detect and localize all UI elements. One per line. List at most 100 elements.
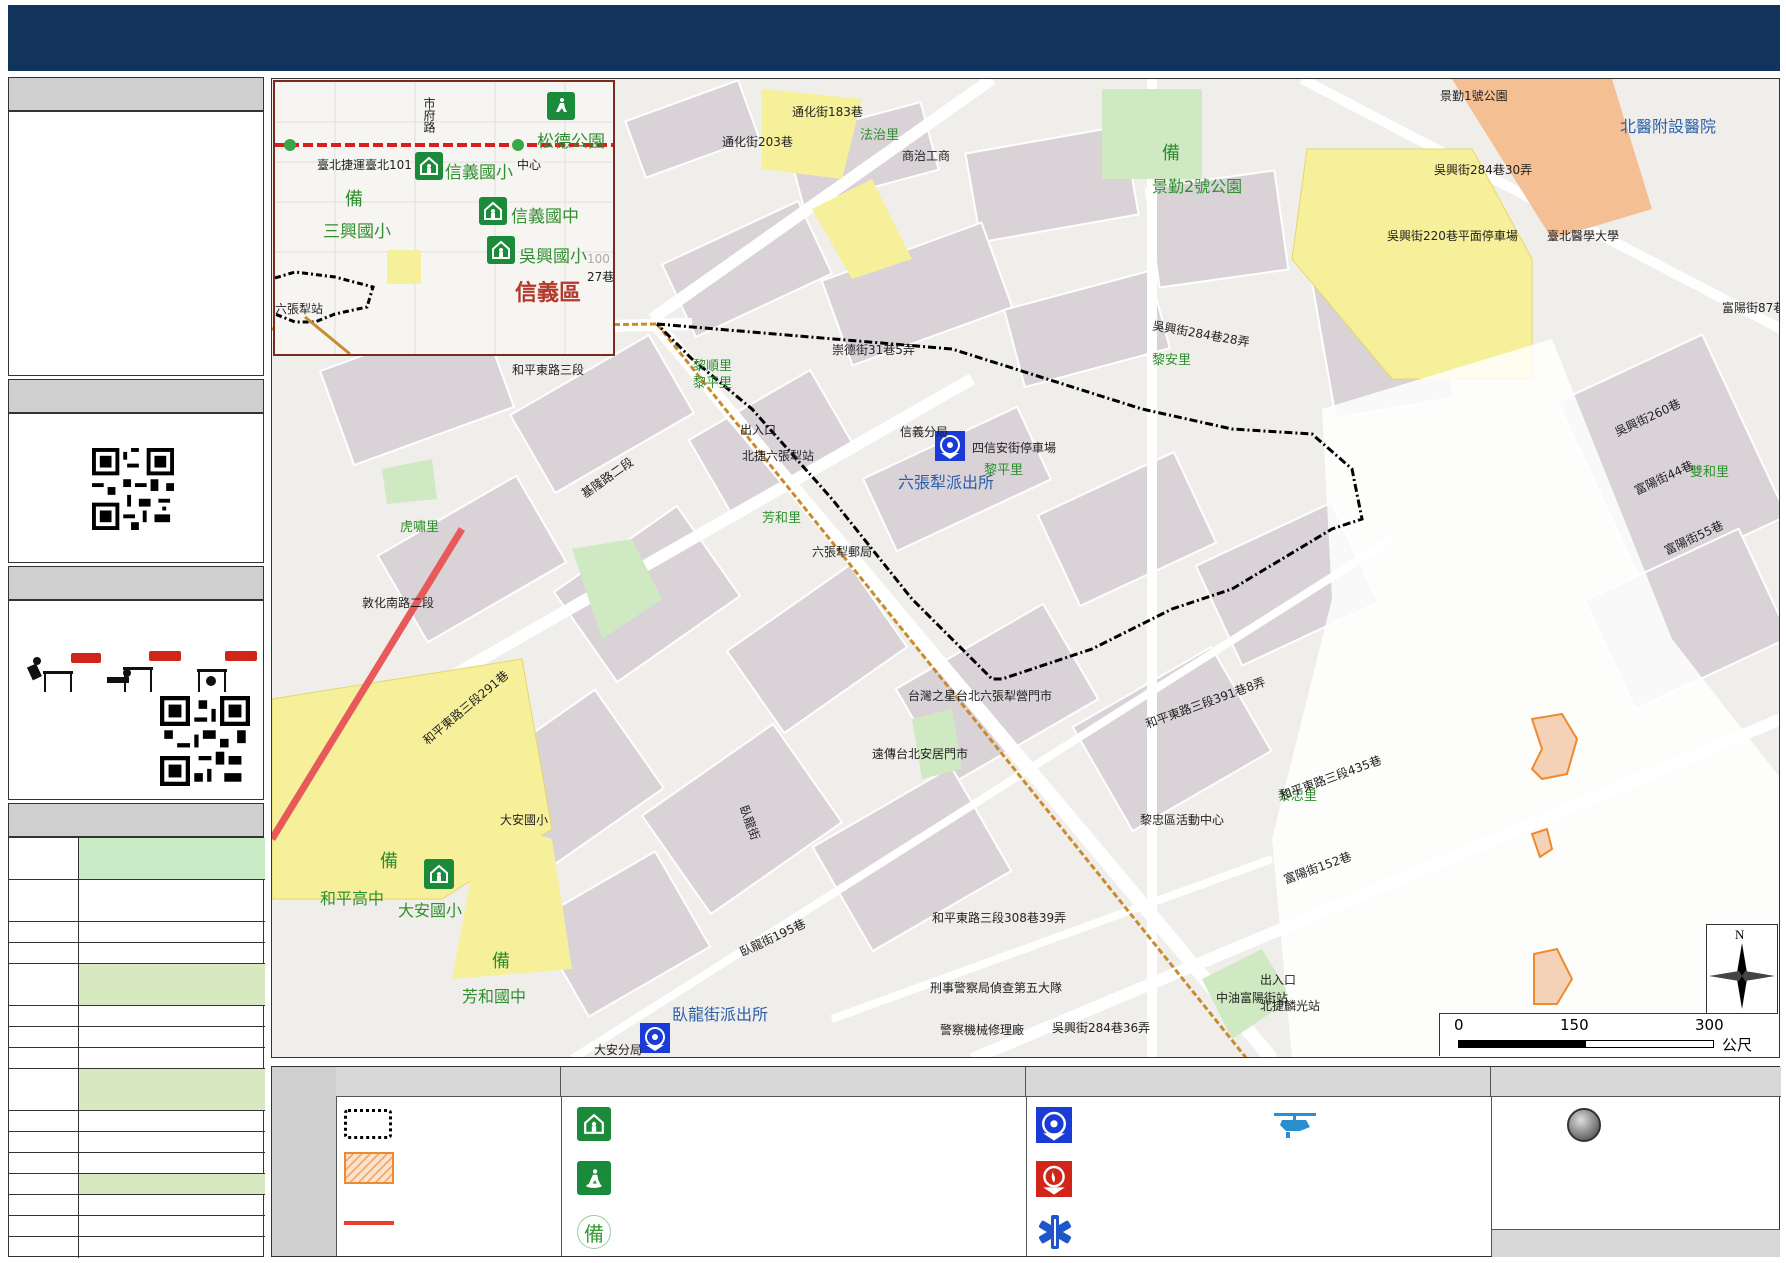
reserve-icon: 備 bbox=[380, 851, 398, 872]
poi-label: 大安國小 bbox=[500, 813, 549, 827]
inset-label-center: 中心 bbox=[517, 158, 542, 172]
drop-cover-hold-illustration bbox=[26, 651, 257, 692]
district-label: 芳和里 bbox=[762, 511, 802, 526]
reserve-icon: 備 bbox=[345, 189, 363, 210]
scale-bar: 0 150 300 公尺 bbox=[1439, 1013, 1778, 1056]
qr-code-icon-2[interactable] bbox=[160, 696, 250, 786]
poi-label: 北捷六張犁站 bbox=[742, 449, 815, 463]
table-row bbox=[9, 1111, 265, 1132]
poi-label: 出入口 bbox=[1260, 973, 1297, 987]
inset-label-xinyi-elem: 信義國小 bbox=[445, 163, 513, 183]
street-label: 通化街203巷 bbox=[722, 135, 793, 149]
poi-label: 六張犁派出所 bbox=[898, 473, 995, 492]
street-label: 和平東路三段308巷39弄 bbox=[932, 911, 1067, 925]
poi-label: 四信安街停車場 bbox=[972, 441, 1057, 455]
scale-tick-300: 300 bbox=[1695, 1016, 1724, 1034]
legend-panel: 備 bbox=[271, 1066, 1781, 1257]
table-row bbox=[9, 1153, 265, 1174]
shelter-icon bbox=[487, 236, 515, 264]
table-row bbox=[9, 1216, 265, 1237]
section-header-3 bbox=[8, 566, 264, 600]
district-label: 法治里 bbox=[860, 128, 900, 143]
table-row bbox=[9, 943, 265, 964]
shelter-icon bbox=[479, 197, 507, 225]
reserve-icon: 備 bbox=[1162, 143, 1180, 164]
table-row bbox=[9, 1006, 265, 1027]
inset-label-road: 市府路 bbox=[422, 97, 436, 133]
scale-tick-150: 150 bbox=[1560, 1016, 1589, 1034]
poi-label: 北醫附設醫院 bbox=[1620, 117, 1717, 136]
poi-label: 遠傳台北安居門市 bbox=[872, 747, 969, 761]
table-row bbox=[9, 1237, 265, 1258]
section-body-1 bbox=[8, 111, 264, 376]
street-label: 和平東路三段 bbox=[512, 363, 585, 377]
north-arrow: N bbox=[1706, 924, 1778, 1014]
poi-label: 台灣之星台北六張犁營門市 bbox=[908, 689, 1053, 703]
reserve-icon: 備 bbox=[577, 1215, 611, 1249]
poi-label: 信義分局 bbox=[900, 425, 949, 439]
legend-col-header bbox=[1491, 1067, 1781, 1097]
inset-label-xinyi-jr: 信義國中 bbox=[511, 207, 579, 227]
contact-table bbox=[8, 837, 265, 1258]
table-row bbox=[9, 922, 265, 943]
district-label: 黎安里 bbox=[1152, 353, 1192, 368]
legend-col-header bbox=[561, 1067, 1026, 1097]
drop-cover-hold-section bbox=[8, 600, 264, 800]
table-row bbox=[9, 880, 265, 922]
police-icon bbox=[1036, 1107, 1072, 1143]
poi-label: 商治工商 bbox=[902, 149, 951, 163]
table-row bbox=[9, 1174, 265, 1195]
poi-label: 刑事警察局偵查第五大隊 bbox=[930, 981, 1063, 995]
legend-footer bbox=[1492, 1229, 1780, 1257]
gray-circle-icon bbox=[1567, 1108, 1601, 1142]
section-header-4 bbox=[8, 803, 264, 837]
park-icon bbox=[577, 1161, 611, 1195]
ambulance-icon bbox=[1039, 1215, 1071, 1249]
scale-unit: 公尺 bbox=[1722, 1036, 1753, 1054]
road-line-symbol bbox=[344, 1221, 394, 1225]
street-label: 敦化南路二段 bbox=[362, 596, 435, 610]
left-panel bbox=[8, 77, 265, 1258]
table-row bbox=[9, 838, 265, 880]
poi-label: 吳興街220巷平面停車場 bbox=[1387, 229, 1518, 243]
poi-label: 大安國小 bbox=[398, 901, 463, 920]
inset-label-lane100: 100 bbox=[587, 252, 610, 266]
poi-label: 芳和國中 bbox=[462, 987, 527, 1006]
title-bar bbox=[8, 5, 1780, 71]
poi-label: 六張犁郵局 bbox=[812, 545, 873, 559]
inset-label-songde: 松德公園 bbox=[537, 132, 605, 152]
inset-label-station: 六張犁站 bbox=[275, 302, 324, 316]
main-map[interactable]: 市府路 臺北捷運臺北101 中心 信義國小 松德公園 備 三興國小 信義國中 吳… bbox=[271, 78, 1780, 1058]
inset-label-district: 信義區 bbox=[515, 281, 582, 306]
legend-header bbox=[272, 1067, 337, 1256]
district-label: 黎平里 bbox=[693, 376, 733, 391]
hazard-symbol bbox=[344, 1152, 394, 1184]
poi-label: 出入口 bbox=[740, 423, 777, 437]
poi-label: 大安分局 bbox=[594, 1043, 643, 1057]
scale-tick-0: 0 bbox=[1454, 1016, 1464, 1034]
street-label: 通化街183巷 bbox=[792, 105, 863, 119]
scale-bar-gap bbox=[1586, 1041, 1713, 1047]
qr-code-icon[interactable] bbox=[92, 448, 174, 530]
fire-station-icon bbox=[1036, 1161, 1072, 1197]
poi-label: 景勤1號公園 bbox=[1440, 89, 1508, 103]
reserve-icon: 備 bbox=[492, 951, 510, 972]
table-row bbox=[9, 1027, 265, 1048]
poi-label: 臥龍街派出所 bbox=[672, 1005, 769, 1024]
section-header-1 bbox=[8, 77, 264, 111]
boundary-symbol bbox=[344, 1109, 392, 1139]
district-label: 雙和里 bbox=[1690, 465, 1730, 480]
police-icon bbox=[640, 1023, 670, 1053]
inset-map[interactable]: 市府路 臺北捷運臺北101 中心 信義國小 松德公園 備 三興國小 信義國中 吳… bbox=[273, 80, 615, 356]
poi-label: 臺北醫學大學 bbox=[1547, 229, 1620, 243]
street-label: 富陽街87巷 bbox=[1722, 301, 1780, 315]
street-label: 崇德街31巷5弄 bbox=[832, 343, 915, 357]
table-row bbox=[9, 1195, 265, 1216]
qr-section bbox=[8, 413, 264, 563]
street-label: 吳興街284巷36弄 bbox=[1052, 1021, 1151, 1035]
street-label: 吳興街284巷30弄 bbox=[1434, 163, 1533, 177]
poi-label: 警察機械修理廠 bbox=[940, 1023, 1025, 1037]
shelter-icon bbox=[415, 152, 443, 180]
poi-label: 中油富陽街站 bbox=[1216, 991, 1289, 1005]
inset-label-lane27: 27巷 bbox=[587, 270, 615, 284]
